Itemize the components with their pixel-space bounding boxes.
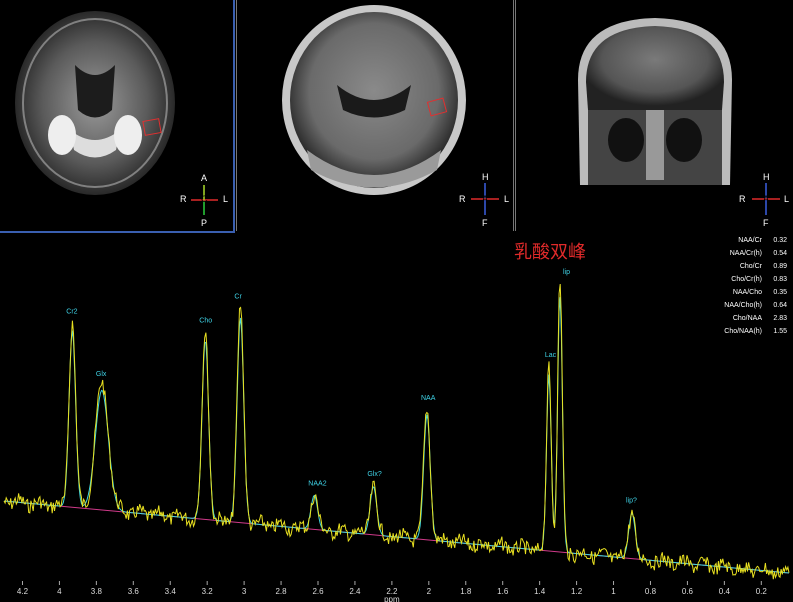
axial-brain-image (15, 11, 218, 215)
x-tick-label: 3.6 (128, 587, 140, 596)
peak-label: lip (563, 269, 570, 276)
ratio-row: NAA/Cho 0.35 (733, 289, 787, 296)
mrs-spectrum-chart: Cr2 Glx Cho Cr NAA2 Glx? NAA Lac lip lip? 4.2 4 3.8 3… (3, 269, 790, 602)
ratio-label: NAA/Cho(h) (724, 302, 762, 309)
raw-spectrum-line (3, 283, 790, 580)
x-tick-label: 2.8 (275, 587, 287, 596)
peak-label: lip? (626, 498, 637, 505)
ratio-label: Cho/Cr(h) (731, 276, 762, 283)
orient-bottom: F (763, 218, 769, 228)
ratio-value: 2.83 (773, 315, 787, 322)
coronal-brain-image-1 (282, 5, 499, 215)
x-tick-label: 1.6 (497, 587, 509, 596)
spectrum-panel[interactable]: Cr2 Glx Cho Cr NAA2 Glx? NAA Lac lip lip? 4.2 4 3.8 3… (0, 233, 793, 602)
ratio-label: NAA/Cho (732, 289, 762, 296)
peak-label: Cho (199, 318, 212, 325)
ratio-row: NAA/Cr 0.32 (738, 237, 787, 244)
ratio-value: 0.54 (773, 250, 787, 257)
viewport-coronal-1[interactable]: H F R L A (236, 0, 514, 231)
orient-center: C (201, 194, 208, 204)
viewport-axial[interactable]: A P R L C (0, 0, 235, 233)
x-tick-label: 2.4 (349, 587, 361, 596)
orient-right: L (784, 194, 790, 204)
ratio-label: NAA/Cr (738, 237, 762, 244)
x-tick-label: 1 (611, 587, 616, 596)
ratio-row: NAA/Cr(h) 0.54 (730, 250, 787, 257)
ratio-value: 0.32 (773, 237, 787, 244)
x-tick-label: 2 (427, 587, 432, 596)
ratio-label: Cho/Cr (739, 263, 762, 270)
fitted-spectrum-line (3, 297, 790, 574)
ratio-label: Cho/NAA(h) (724, 328, 762, 335)
x-tick-label: 3.2 (202, 587, 214, 596)
orient-right: L (223, 194, 229, 204)
ratio-value: 0.89 (773, 263, 787, 270)
ratio-row: Cho/NAA 2.83 (733, 315, 787, 322)
x-tick-label: 0.8 (645, 587, 657, 596)
ratio-row: Cho/Cr 0.89 (740, 263, 787, 270)
orient-left: R (739, 194, 746, 204)
orient-right: L (504, 194, 510, 204)
ratio-label: Cho/NAA (732, 315, 762, 322)
ratio-value: 1.55 (773, 328, 787, 335)
x-tick-label: 0.4 (719, 587, 731, 596)
ratio-value: 0.35 (773, 289, 787, 296)
viewport-coronal-2[interactable]: H F R L A (515, 0, 793, 231)
orient-top: H (763, 172, 770, 182)
x-tick-label: 1.8 (460, 587, 472, 596)
x-tick-label: 3.4 (165, 587, 177, 596)
peak-label: NAA2 (308, 481, 326, 488)
x-tick-label: 3.8 (91, 587, 103, 596)
orient-center: A (763, 194, 770, 204)
peak-label: Glx (96, 371, 107, 378)
x-axis-label: ppm (384, 595, 400, 602)
peak-label: Cr2 (66, 308, 77, 315)
x-tick-label: 1.2 (571, 587, 583, 596)
x-tick-label: 0.2 (756, 587, 768, 596)
orient-top: A (201, 173, 208, 183)
peak-label: Lac (545, 352, 557, 359)
x-tick-label: 0.6 (682, 587, 694, 596)
orient-left: R (180, 194, 187, 204)
peak-label: Cr (234, 294, 242, 301)
ratio-row: Cho/Cr(h) 0.83 (731, 276, 787, 283)
orient-left: R (459, 194, 466, 204)
orient-top: H (482, 172, 489, 182)
x-tick-label: 3 (242, 587, 247, 596)
peak-label: Glx? (367, 471, 382, 478)
x-tick-label: 4.2 (17, 587, 29, 596)
orient-bottom: P (201, 218, 208, 228)
ratio-value: 0.64 (773, 302, 787, 309)
x-tick-label: 4 (57, 587, 62, 596)
peak-label: NAA (421, 395, 436, 402)
orient-center: A (482, 194, 489, 204)
ratio-row: NAA/Cho(h) 0.64 (724, 302, 787, 309)
orient-bottom: F (482, 218, 488, 228)
lactate-doublet-annotation: 乳酸双峰 (514, 242, 586, 263)
ratio-label: NAA/Cr(h) (729, 250, 762, 257)
ratio-value: 0.83 (773, 276, 787, 283)
x-tick-label: 2.6 (312, 587, 324, 596)
x-tick-label: 1.4 (534, 587, 546, 596)
coronal-brain-image-2 (578, 18, 780, 215)
ratio-row: Cho/NAA(h) 1.55 (724, 328, 787, 335)
